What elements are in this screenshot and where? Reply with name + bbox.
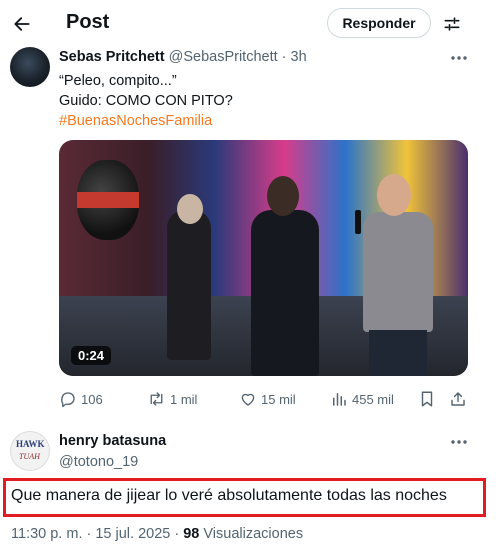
like-count: 15 mil	[261, 391, 296, 407]
video-person-head	[377, 174, 411, 216]
reply-timestamp-line: 11:30 p. m. · 15 jul. 2025 · 98 Visualiz…	[11, 526, 303, 542]
post-line: Guido: COMO CON PITO?	[59, 93, 233, 109]
like-action[interactable]: 15 mil	[239, 389, 296, 409]
video-person-head	[267, 176, 299, 216]
video-person	[251, 210, 319, 376]
views-count: 455 mil	[352, 391, 394, 407]
repost-action[interactable]: 1 mil	[147, 389, 197, 409]
reply-timestamp[interactable]: 11:30 p. m. · 15 jul. 2025 ·	[11, 526, 183, 542]
page-title: Post	[66, 11, 110, 33]
author-avatar[interactable]	[10, 47, 50, 87]
reply-text: Que manera de jijear lo veré absolutamen…	[11, 487, 447, 504]
repost-icon	[150, 392, 163, 406]
post-time[interactable]: 3h	[291, 49, 307, 65]
comment-icon	[61, 392, 75, 408]
heart-icon	[241, 393, 255, 406]
reply-button[interactable]: Responder	[327, 8, 431, 38]
hashtag-link[interactable]: #BuenasNochesFamilia	[59, 111, 233, 131]
author-name[interactable]: Sebas Pritchett	[59, 49, 165, 65]
post-more-button[interactable]	[448, 48, 470, 68]
reply-author-avatar[interactable]: HAWK TUAH	[10, 431, 50, 471]
post-actions: 106 1 mil 15 mil 455 mil	[59, 389, 470, 409]
share-button[interactable]	[449, 389, 467, 409]
bar-chart-icon	[333, 393, 346, 406]
video-punching-bag-band	[77, 192, 139, 208]
bookmark-button[interactable]	[419, 389, 435, 409]
avatar-logo-text: TUAH	[19, 452, 40, 461]
post-line: “Peleo, compito...”	[59, 73, 177, 89]
reply-more-button[interactable]	[448, 432, 470, 452]
video-duration: 0:24	[71, 346, 112, 365]
share-icon	[451, 392, 465, 406]
author-handle[interactable]: @SebasPritchett	[169, 49, 278, 65]
sliders-icon	[444, 17, 460, 31]
video-person-head	[177, 194, 203, 224]
views-action[interactable]: 455 mil	[330, 389, 394, 409]
video-person-legs	[369, 330, 427, 376]
reply-count: 106	[81, 391, 103, 407]
avatar-logo-text: HAWK	[16, 439, 45, 449]
video-person	[167, 210, 211, 360]
repost-count: 1 mil	[170, 391, 198, 407]
post-text: “Peleo, compito...” Guido: COMO CON PITO…	[59, 71, 233, 131]
more-horizontal-icon	[451, 440, 467, 444]
top-bar: Post Responder	[0, 0, 500, 48]
bookmark-icon	[421, 391, 433, 407]
reply-views-label: Visualizaciones	[199, 526, 304, 542]
post-author-line: Sebas Pritchett @SebasPritchett · 3h	[59, 49, 307, 65]
reply-author-name[interactable]: henry batasuna	[59, 433, 166, 449]
back-button[interactable]	[6, 8, 38, 40]
meta-separator: ·	[281, 49, 287, 65]
video-player[interactable]: 0:24	[59, 140, 468, 376]
reply-views-count: 98	[183, 526, 200, 542]
video-person	[363, 212, 433, 332]
arrow-left-icon	[14, 17, 30, 31]
video-microphone	[355, 210, 361, 234]
more-horizontal-icon	[451, 56, 467, 60]
reply-author-handle[interactable]: @totono_19	[59, 454, 138, 470]
filter-button[interactable]	[438, 10, 466, 38]
reply-action[interactable]: 106	[59, 389, 103, 409]
